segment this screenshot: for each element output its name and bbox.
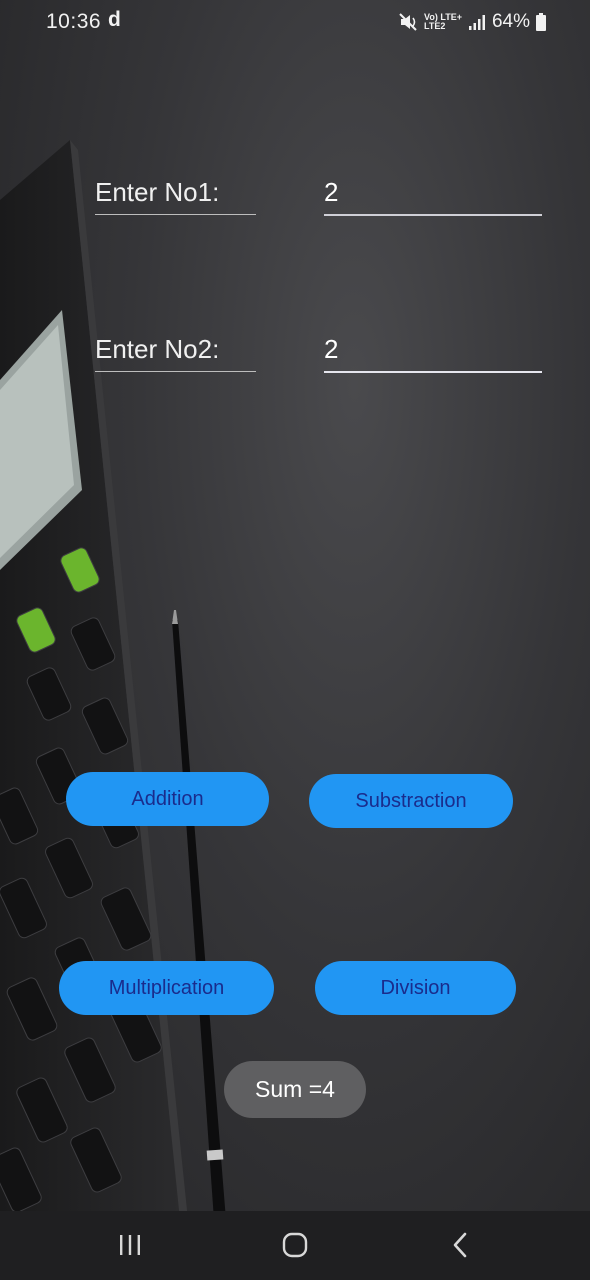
result-toast: Sum =4 [224, 1061, 366, 1118]
status-icons: Vo) LTE+ LTE2 64% [398, 10, 546, 34]
subtraction-button[interactable]: Substraction [309, 774, 513, 828]
back-icon [453, 1232, 467, 1258]
navigation-bar [0, 1211, 590, 1280]
app-notification-indicator: d [108, 8, 121, 31]
home-button[interactable] [275, 1229, 315, 1261]
multiplication-button[interactable]: Multiplication [59, 961, 274, 1015]
signal-icon [468, 15, 485, 30]
status-time: 10:36 [46, 10, 102, 33]
no2-input[interactable] [324, 334, 542, 373]
addition-button[interactable]: Addition [66, 772, 269, 826]
mute-icon [399, 13, 417, 31]
battery-icon [536, 13, 546, 31]
network-line-2: LTE2 [424, 21, 446, 31]
recents-button[interactable] [110, 1229, 150, 1261]
no2-label: Enter No2: [95, 334, 256, 372]
network-indicator: Vo) LTE+ LTE2 [424, 13, 462, 31]
calculator-background-image [0, 140, 226, 1220]
status-bar: 10:36 d Vo) LTE+ LTE2 64% [0, 0, 590, 44]
home-icon [282, 1232, 308, 1258]
recents-icon [120, 1235, 140, 1255]
no1-input[interactable] [324, 177, 542, 216]
battery-percent: 64% [491, 11, 530, 32]
no1-label: Enter No1: [95, 177, 256, 215]
division-button[interactable]: Division [315, 961, 516, 1015]
back-button[interactable] [440, 1229, 480, 1261]
